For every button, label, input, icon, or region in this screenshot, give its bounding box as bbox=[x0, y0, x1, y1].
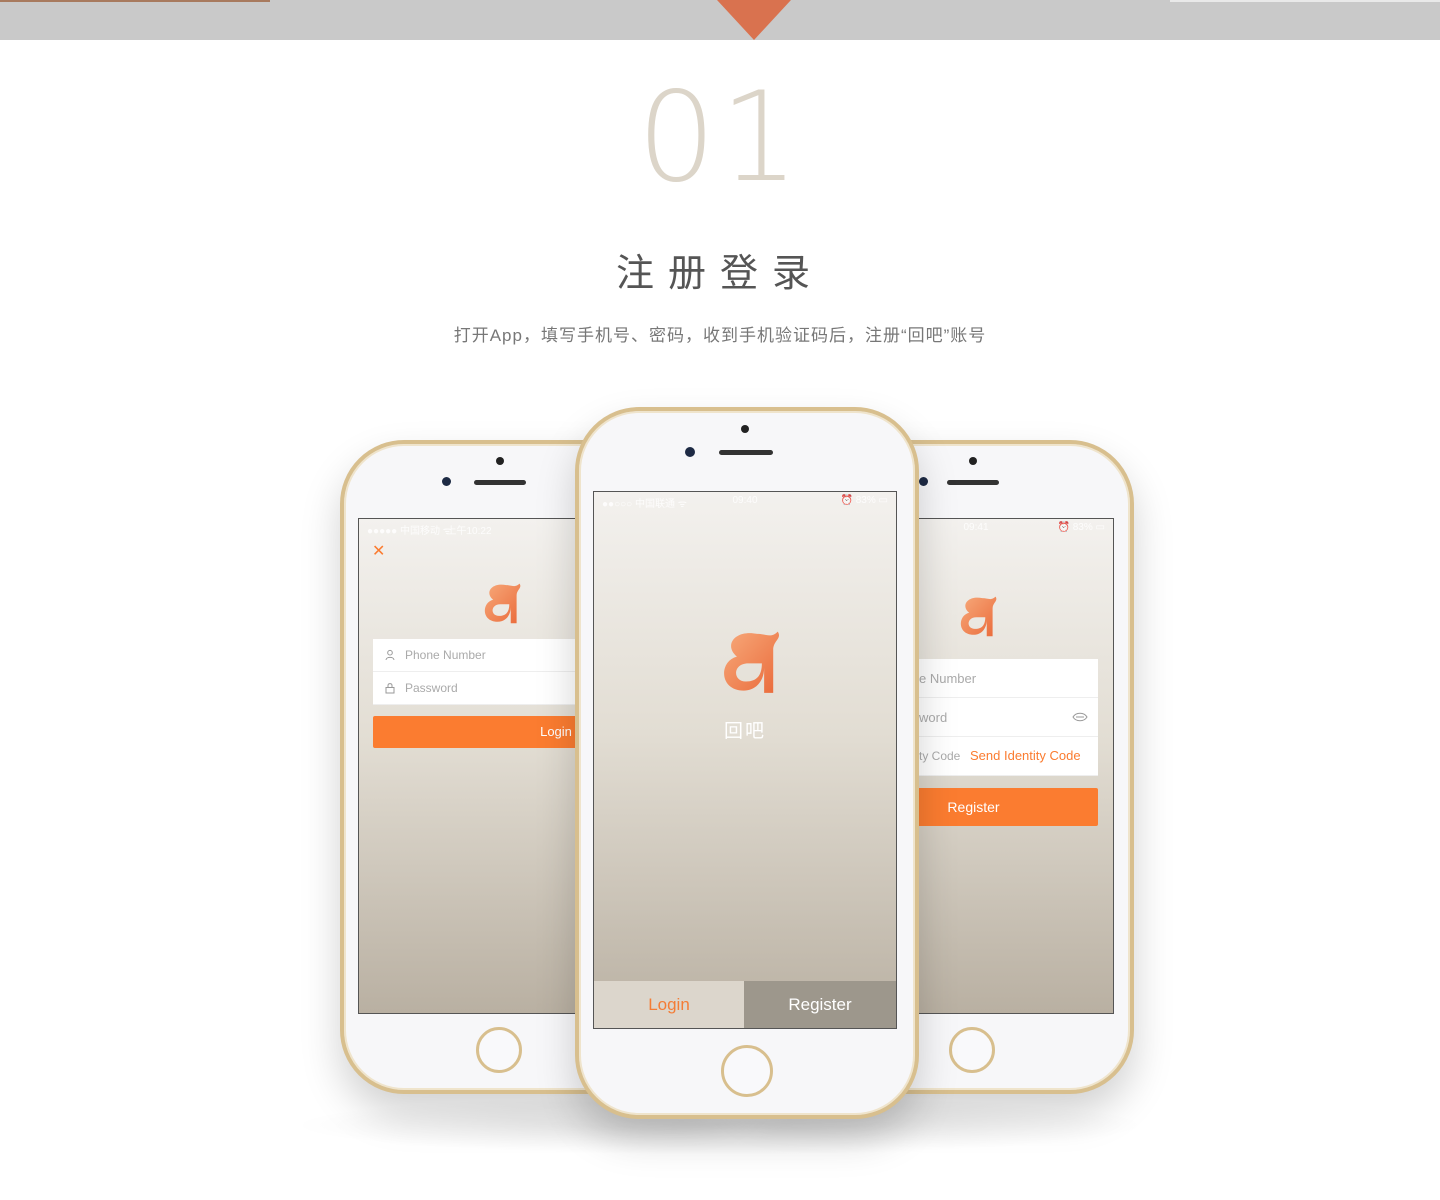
phone-sensor bbox=[969, 457, 977, 465]
banner-accent-line-right bbox=[1170, 0, 1440, 2]
section-description: 打开App，填写手机号、密码，收到手机验证码后，注册“回吧”账号 bbox=[453, 326, 987, 345]
phone-camera bbox=[442, 477, 451, 486]
phone-number-placeholder: e Number bbox=[919, 671, 977, 686]
phone-sensor bbox=[741, 425, 749, 433]
tab-login[interactable]: Login bbox=[594, 981, 744, 1028]
phone-mockup-welcome: ●●○○○ 中国联通 ᯤ 09:40 ⏰ 83% ▭ 回吧 Login Regi… bbox=[575, 407, 919, 1119]
welcome-screen: ●●○○○ 中国联通 ᯤ 09:40 ⏰ 83% ▭ 回吧 Login Regi… bbox=[593, 491, 897, 1029]
phone-sensor bbox=[496, 457, 504, 465]
section-title: 注册登录 bbox=[615, 253, 824, 295]
app-logo-icon bbox=[953, 589, 997, 646]
identity-code-placeholder: ty Code bbox=[919, 749, 961, 763]
phone-number-placeholder: Phone Number bbox=[405, 648, 486, 662]
phone-camera bbox=[919, 477, 928, 486]
phone-speaker bbox=[474, 480, 526, 485]
password-placeholder: Password bbox=[405, 681, 458, 695]
send-code-link[interactable]: Send Identity Code bbox=[970, 748, 1081, 763]
home-button[interactable] bbox=[721, 1045, 773, 1097]
phone-speaker bbox=[947, 480, 999, 485]
app-name: 回吧 bbox=[723, 721, 766, 742]
banner-accent-line bbox=[0, 0, 270, 2]
status-bar: ●●○○○ 中国联通 ᯤ 09:40 ⏰ 83% ▭ bbox=[594, 492, 896, 510]
phone-camera bbox=[685, 447, 695, 457]
status-battery: ⏰ 83% ▭ bbox=[1057, 522, 1105, 533]
password-placeholder: word bbox=[919, 710, 948, 725]
home-button[interactable] bbox=[949, 1027, 995, 1073]
app-logo-icon bbox=[477, 577, 521, 632]
step-number: 01 bbox=[637, 66, 803, 210]
user-icon bbox=[385, 649, 395, 661]
section-marker-arrow bbox=[717, 0, 791, 40]
phone-speaker bbox=[719, 450, 773, 455]
close-icon[interactable]: ✕ bbox=[372, 544, 385, 560]
app-logo-icon bbox=[712, 620, 780, 705]
lock-icon bbox=[385, 683, 395, 694]
tab-register[interactable]: Register bbox=[744, 981, 896, 1028]
status-battery: ⏰ 83% ▭ bbox=[840, 495, 888, 506]
eye-icon[interactable] bbox=[1072, 712, 1088, 722]
home-button[interactable] bbox=[476, 1027, 522, 1073]
